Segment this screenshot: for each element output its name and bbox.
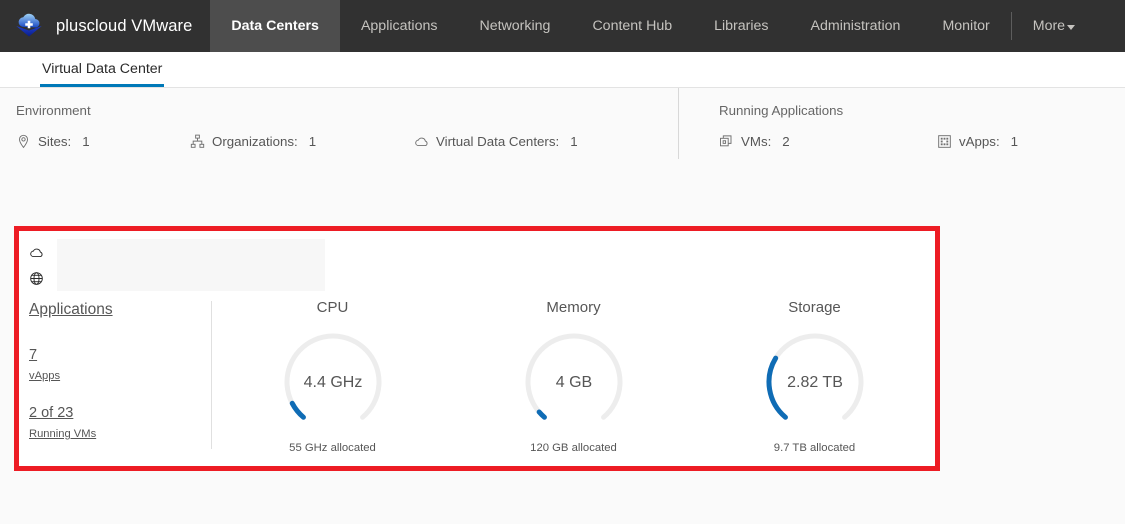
applications-column: Applications 7 vApps 2 of 23 Running VMs [29,293,211,463]
kpi-vapps-label[interactable]: vApps [29,370,60,382]
vapp-grid-icon [938,135,951,148]
nav-item-applications[interactable]: Applications [340,0,459,52]
chevron-down-icon [1067,24,1076,30]
gauge-cpu-footer: 55 GHz allocated [289,442,376,454]
stat-organizations: Organizations: 1 [190,134,414,149]
nav-item-libraries[interactable]: Libraries [693,0,789,52]
vdc-card-header-icons [29,239,57,293]
gauge-storage-value: 2.82 TB [787,374,843,391]
main-nav: Data Centers Applications Networking Con… [210,0,1096,52]
gauge-storage: Storage 2.82 TB 9.7 TB allocated [694,293,935,463]
organization-icon [190,134,205,148]
nav-item-content-hub[interactable]: Content Hub [571,0,693,52]
vdc-name-placeholder [57,239,325,291]
stat-sites: Sites: 1 [16,134,190,149]
kpi-vapps: 7 vApps [29,347,211,384]
nav-item-data-centers[interactable]: Data Centers [210,0,340,52]
stat-virtual-data-centers: Virtual Data Centers: 1 [414,134,578,149]
nav-item-more[interactable]: More [1012,0,1096,52]
running-applications-stats: VMs: 2 vApps: 1 [719,134,1018,149]
cloud-plus-logo [16,13,42,37]
stat-organizations-value: 1 [308,134,317,149]
stat-vapps-label: vApps: [959,134,1000,149]
gauge-storage-title: Storage [788,299,841,316]
gauge-cpu-title: CPU [316,299,349,316]
stat-vms-value: 2 [782,134,790,149]
nav-item-monitor[interactable]: Monitor [921,0,1010,52]
environment-group: Environment Sites: 1 Organizations: 1 Vi… [0,103,662,149]
brand-name: pluscloud VMware [56,16,193,35]
kpi-running-vms-label[interactable]: Running VMs [29,428,96,440]
vdc-card[interactable]: Applications 7 vApps 2 of 23 Running VMs… [14,226,940,471]
kpi-running-vms: 2 of 23 Running VMs [29,405,211,442]
running-applications-title: Running Applications [719,103,844,118]
nav-item-networking[interactable]: Networking [458,0,571,52]
nav-item-administration[interactable]: Administration [790,0,922,52]
gauge-memory-dial: 4 GB [525,333,622,420]
nav-more-label: More [1032,18,1066,34]
environment-title: Environment [16,103,91,118]
vdc-card-header [19,231,935,293]
stat-vms-label: VMs: [741,134,772,149]
gauge-memory-footer: 120 GB allocated [530,442,617,454]
kpi-vapps-value[interactable]: 7 [29,347,211,363]
kpi-running-vms-value[interactable]: 2 of 23 [29,405,211,421]
top-header: pluscloud VMware Data Centers Applicatio… [0,0,1125,52]
gauge-memory-title: Memory [546,299,601,316]
stat-vdc-value: 1 [570,134,578,149]
stat-vms: VMs: 2 [719,134,937,149]
gauge-memory: Memory 4 GB 120 GB allocated [453,293,694,463]
running-applications-group: Running Applications VMs: 2 vApps: 1 [662,103,1018,149]
environment-summary-strip: Environment Sites: 1 Organizations: 1 Vi… [0,88,1125,167]
stat-organizations-label: Organizations: [212,134,298,149]
gauge-storage-dial: 2.82 TB [766,333,863,420]
stat-vapps: vApps: 1 [937,134,1018,149]
gauge-storage-footer: 9.7 TB allocated [773,442,856,454]
gauge-memory-value: 4 GB [555,374,591,391]
brand[interactable]: pluscloud VMware [0,0,210,52]
stat-vapps-value: 1 [1010,134,1019,149]
gauge-cpu-value: 4.4 GHz [303,374,362,391]
gauge-cpu-dial: 4.4 GHz [284,333,381,420]
vdc-card-body: Applications 7 vApps 2 of 23 Running VMs… [19,293,935,463]
vm-icon [720,135,732,147]
cloud-icon [415,137,428,146]
environment-stats: Sites: 1 Organizations: 1 Virtual Data C… [16,134,662,149]
sub-tab-bar: Virtual Data Center [0,52,1125,88]
stat-sites-label: Sites: [38,134,72,149]
applications-link[interactable]: Applications [29,301,113,319]
stat-vdc-label: Virtual Data Centers: [436,134,560,149]
map-pin-icon [18,134,29,149]
globe-icon [30,272,43,285]
resource-gauges: CPU 4.4 GHz 55 GHz allocated Memory 4 GB… [212,293,935,463]
cloud-icon [30,248,43,257]
tab-virtual-data-center[interactable]: Virtual Data Center [40,61,165,87]
stat-sites-value: 1 [82,134,90,149]
gauge-cpu: CPU 4.4 GHz 55 GHz allocated [212,293,453,463]
